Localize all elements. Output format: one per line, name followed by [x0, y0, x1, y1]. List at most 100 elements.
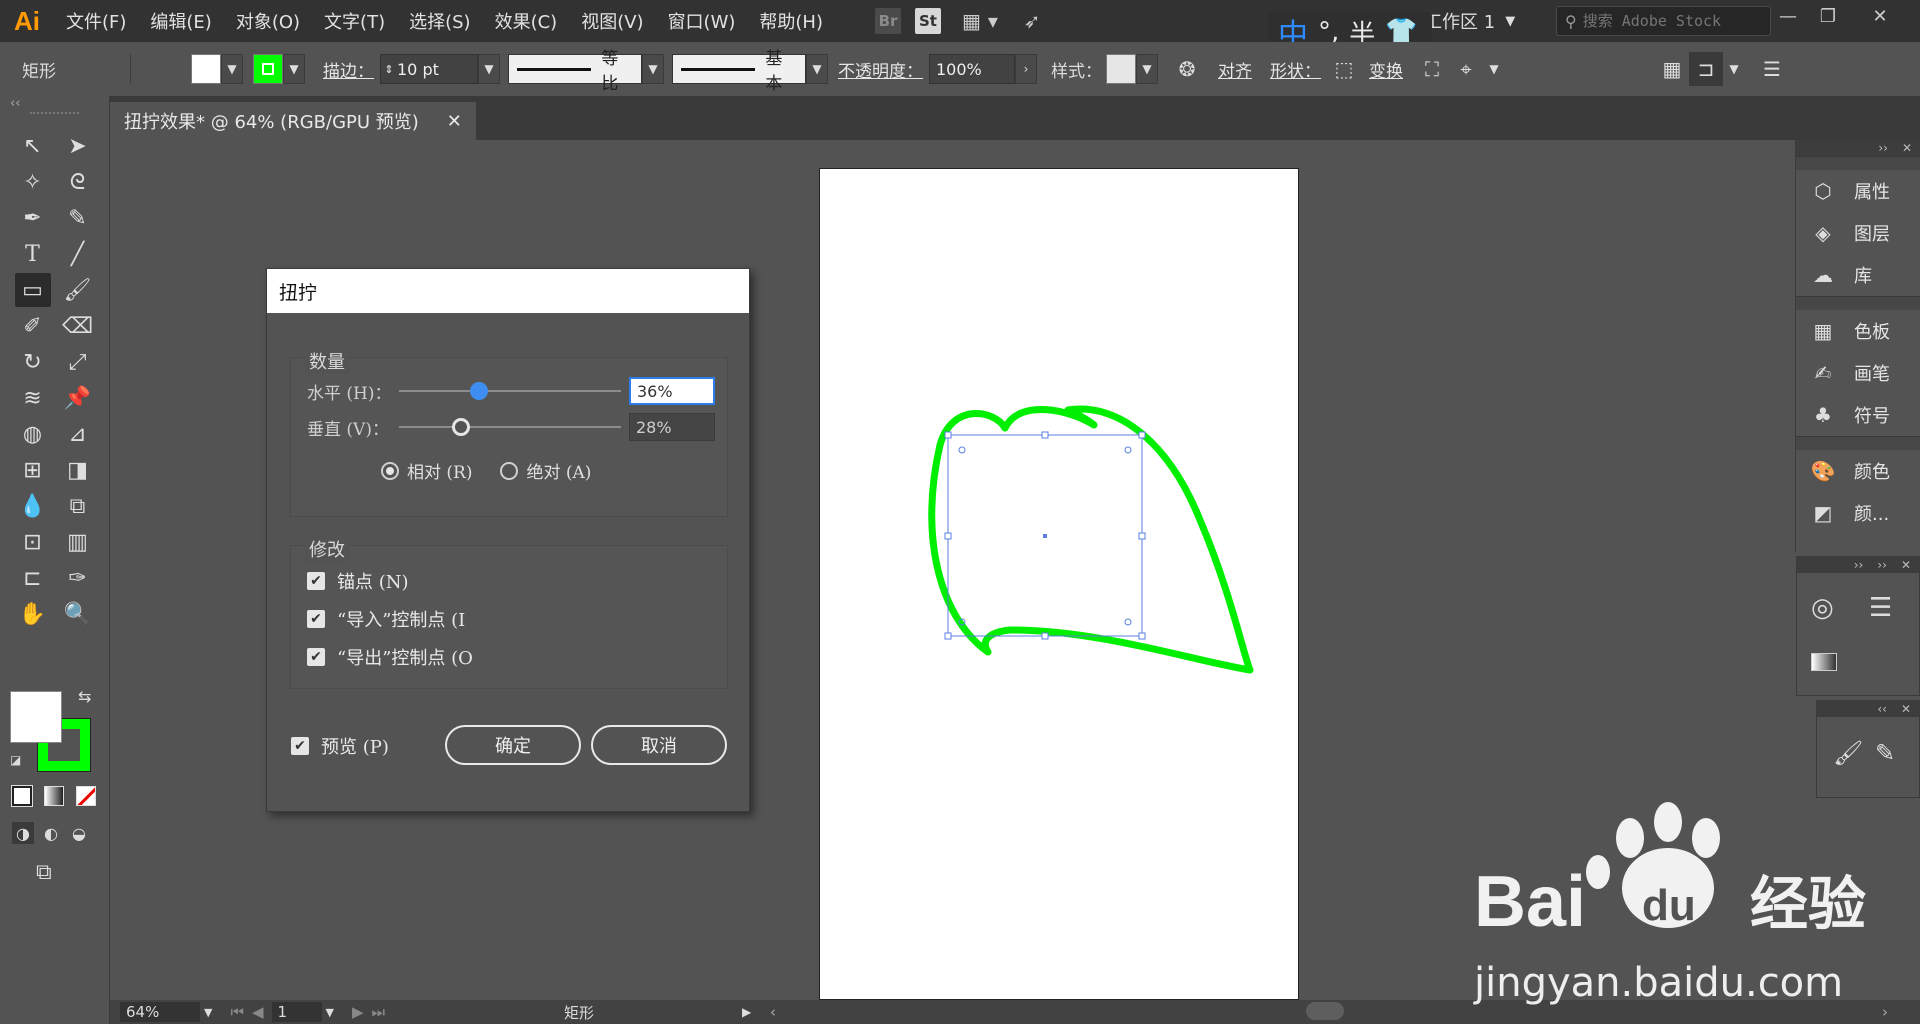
restore-icon[interactable]: ❐ [1808, 0, 1848, 32]
column-graph-icon[interactable]: ▥ [60, 525, 96, 559]
panel-layers[interactable]: ◈ 图层 [1796, 212, 1920, 254]
close-icon[interactable]: ✕ [1901, 558, 1911, 572]
draw-behind-icon[interactable]: ◐ [40, 822, 62, 844]
preview-checkbox[interactable]: ✔ [291, 737, 309, 755]
minimize-icon[interactable]: — [1768, 0, 1808, 32]
paintbrush-tool-icon[interactable]: 🖌 [60, 273, 96, 307]
brush-dropdown[interactable]: ▼ [806, 54, 828, 84]
zoom-dropdown-icon[interactable]: ▼ [204, 1006, 212, 1019]
stroke-weight-value[interactable]: 10 pt [397, 60, 439, 79]
horizontal-slider-thumb[interactable] [469, 382, 488, 400]
menu-object[interactable]: 对象(O) [224, 0, 312, 42]
in-control-checkbox[interactable]: ✔ [307, 610, 325, 628]
style-dropdown[interactable]: ▼ [1136, 54, 1158, 84]
isolate-icon[interactable]: ⊐ [1689, 52, 1723, 86]
selection-tool-icon[interactable]: ↖ [15, 129, 51, 163]
brush-definition[interactable]: 基本 [672, 49, 806, 94]
panel-properties[interactable]: ⬡ 属性 [1796, 170, 1920, 212]
menu-effect[interactable]: 效果(C) [483, 0, 570, 42]
artboard-tool-icon[interactable]: ⊏ [15, 561, 51, 595]
vertical-value-field[interactable]: 28% [629, 413, 715, 441]
radio-absolute[interactable]: 绝对 (A) [500, 458, 591, 483]
dock-grip[interactable] [1796, 296, 1920, 310]
type-tool-icon[interactable]: T [15, 237, 51, 271]
screen-mode-icon[interactable]: ⧉ [36, 860, 52, 885]
symbol-sprayer-icon[interactable]: ⊡ [15, 525, 51, 559]
transform-bounds-icon[interactable]: ⛶ [1415, 52, 1449, 86]
slice-tool-icon[interactable]: ✑ [60, 561, 96, 595]
edit-brush-icon[interactable]: ✎ [1875, 739, 1895, 767]
scale-tool-icon[interactable]: ⤢ [60, 345, 96, 379]
curvature-tool-icon[interactable]: ✎ [60, 201, 96, 235]
hand-tool-icon[interactable]: ✋ [15, 597, 51, 631]
out-control-checkbox[interactable]: ✔ [307, 648, 325, 666]
stock-icon[interactable]: St [915, 8, 941, 34]
shape-label[interactable]: 形状： [1270, 57, 1321, 82]
radio-relative-dot[interactable] [381, 461, 399, 480]
stroke-label[interactable]: 描边： [323, 57, 374, 82]
anchor-checkbox-row[interactable]: ✔ 锚点 (N) [307, 568, 409, 594]
dialog-title[interactable]: 扭拧 [267, 269, 749, 313]
puppet-warp-icon[interactable]: ⌖ [1449, 52, 1483, 86]
stock-search[interactable]: ⚲ [1556, 6, 1771, 36]
anchor-checkbox[interactable]: ✔ [307, 572, 325, 590]
shaper-tool-icon[interactable]: ✐ [15, 309, 51, 343]
eyedropper-icon[interactable]: 💧 [15, 489, 51, 523]
twisted-rectangle-path[interactable] [928, 405, 1254, 674]
opacity-arrow[interactable]: › [1015, 54, 1037, 84]
document-tab[interactable]: 扭拧效果* @ 64% (RGB/GPU 预览) ✕ [110, 102, 476, 140]
profile-dropdown[interactable]: ▼ [642, 54, 664, 84]
panel-color[interactable]: 🎨 颜色 [1796, 450, 1920, 492]
draw-inside-icon[interactable]: ◒ [68, 822, 90, 844]
menu-window[interactable]: 窗口(W) [656, 0, 748, 42]
scroll-left-icon[interactable]: ‹ [770, 1003, 776, 1021]
next-page-icon[interactable]: ▶ [352, 1003, 364, 1021]
expand-panels-icon[interactable]: ›› [1878, 141, 1888, 155]
gpu-performance-icon[interactable]: ➶ [1019, 8, 1045, 34]
radio-relative[interactable]: 相对 (R) [381, 458, 472, 483]
panel-menu-icon[interactable]: ☰ [1755, 52, 1789, 86]
panel-swatches[interactable]: ▦ 色板 [1796, 310, 1920, 352]
more-options-dropdown[interactable]: ▼ [1483, 54, 1505, 84]
cancel-button[interactable]: 取消 [591, 725, 727, 765]
radio-absolute-dot[interactable] [500, 461, 519, 480]
brush-icon[interactable]: 🖌 [1833, 739, 1863, 767]
eraser-tool-icon[interactable]: ⌫ [60, 309, 96, 343]
shape-builder-icon[interactable]: ◍ [15, 417, 51, 451]
panel-brushes[interactable]: ✍ 画笔 [1796, 352, 1920, 394]
horizontal-slider-track[interactable] [399, 382, 621, 400]
transparency-icon[interactable]: ◎ [1811, 593, 1834, 623]
status-menu-icon[interactable]: ▶ [742, 1005, 751, 1019]
dock-grip[interactable] [1796, 156, 1920, 170]
warp-tool-icon[interactable]: ≋ [15, 381, 51, 415]
gradient-panel-icon[interactable] [1811, 653, 1837, 671]
stepper-icon[interactable]: ⇕ [381, 63, 397, 76]
page-field[interactable]: 1 [271, 1002, 322, 1022]
expand-icon[interactable]: ›› [1877, 558, 1887, 572]
panel-symbols[interactable]: ♣ 符号 [1796, 394, 1920, 436]
panel-grip[interactable] [30, 112, 79, 120]
opacity-label[interactable]: 不透明度： [838, 57, 923, 82]
dock-grip[interactable] [1796, 436, 1920, 450]
transform-label[interactable]: 变换 [1369, 57, 1403, 82]
magic-wand-icon[interactable]: ✧ [15, 165, 51, 199]
in-control-checkbox-row[interactable]: ✔ “导入”控制点 (I [307, 606, 465, 632]
last-page-icon[interactable]: ⏭ [372, 1003, 386, 1021]
vertical-slider-track[interactable] [399, 418, 621, 436]
pen-tool-icon[interactable]: ✒ [15, 201, 51, 235]
gradient-tool-icon[interactable]: ◨ [60, 453, 96, 487]
close-dock-icon[interactable]: ✕ [1902, 141, 1912, 155]
color-mode-icon[interactable] [11, 785, 33, 807]
shape-bounds-icon[interactable]: ⬚ [1327, 52, 1361, 86]
collapse-panel-icon[interactable]: ‹‹ [0, 96, 109, 112]
default-fill-stroke-icon[interactable]: ◪ [10, 753, 21, 767]
menu-help[interactable]: 帮助(H) [747, 0, 835, 42]
none-mode-icon[interactable] [76, 786, 96, 806]
close-tab-icon[interactable]: ✕ [447, 111, 462, 132]
arrange-panels-icon[interactable]: ▦ [1655, 52, 1689, 86]
mesh-tool-icon[interactable]: ⊞ [15, 453, 51, 487]
lasso-icon[interactable]: ᘓ [60, 165, 96, 199]
stroke-weight-field[interactable]: ⇕ 10 pt [380, 54, 478, 84]
stroke-dropdown[interactable]: ▼ [283, 54, 305, 84]
out-control-checkbox-row[interactable]: ✔ “导出”控制点 (O [307, 644, 473, 670]
